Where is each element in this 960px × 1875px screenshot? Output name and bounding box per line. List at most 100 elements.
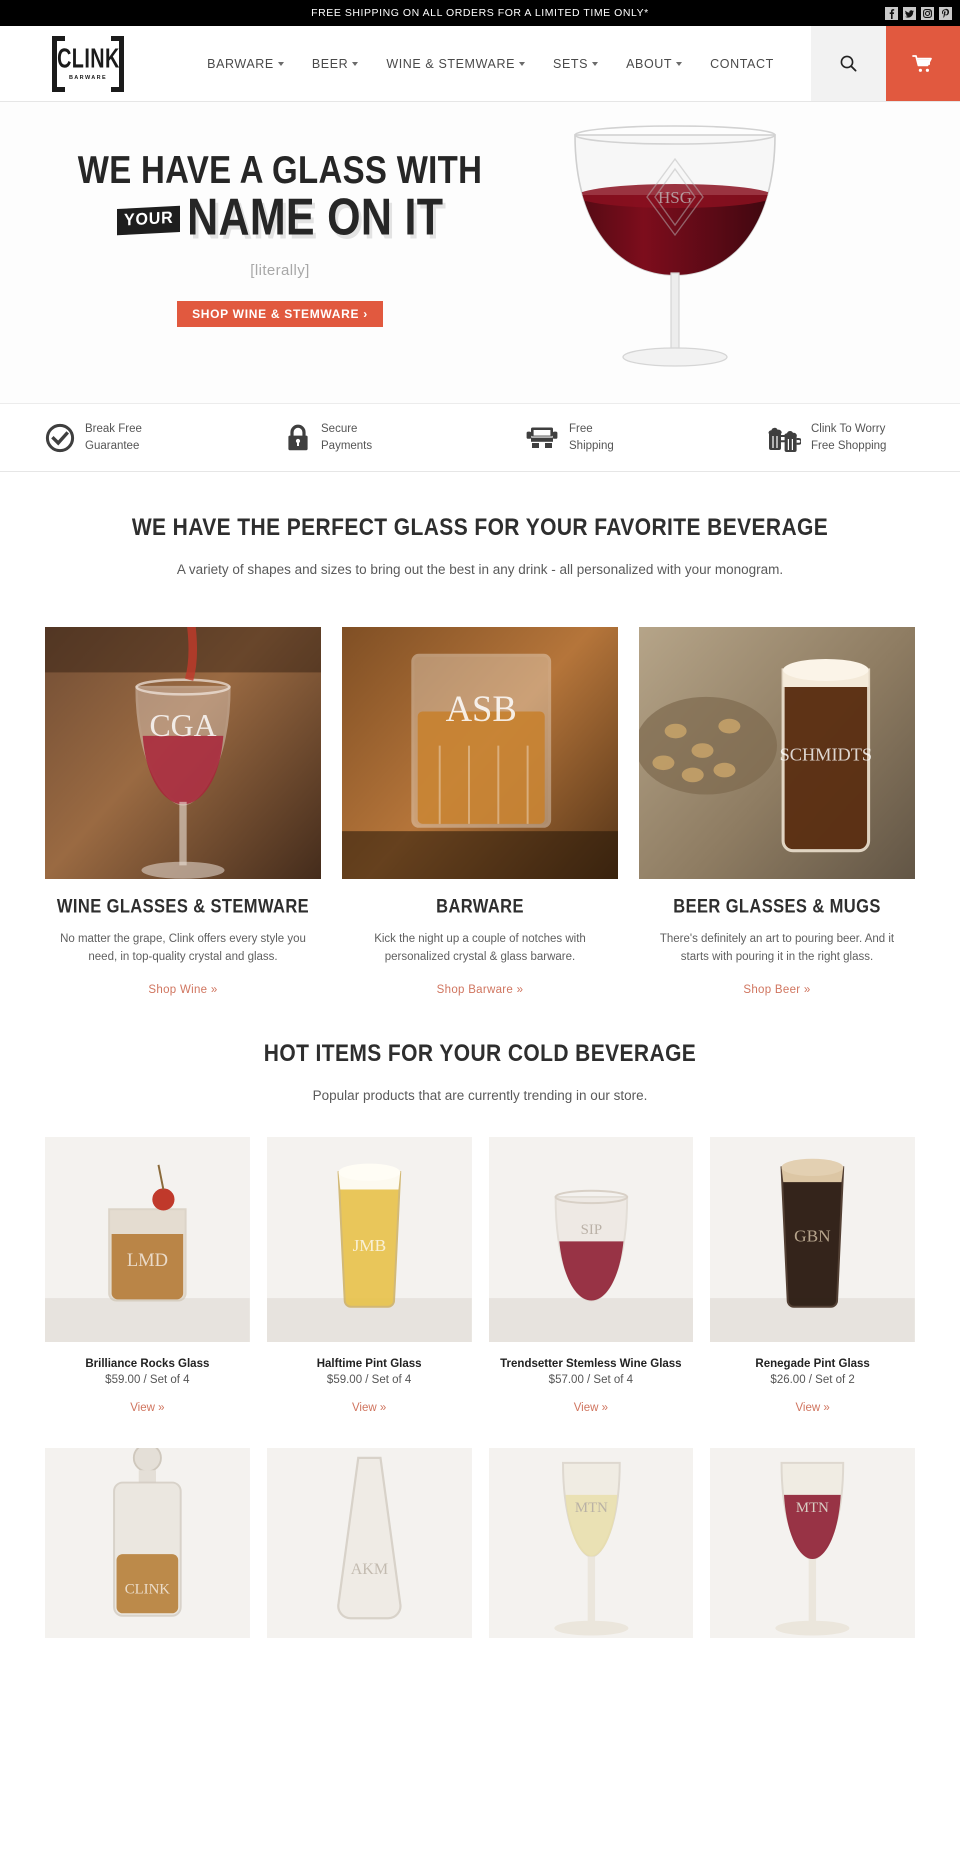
- product-card-carafe: AKM: [266, 1447, 472, 1638]
- category-link-barware[interactable]: Shop Barware »: [437, 984, 524, 996]
- svg-text:MTN: MTN: [796, 1500, 829, 1516]
- categories-subtitle: A variety of shapes and sizes to bring o…: [176, 562, 784, 577]
- category-image-beer[interactable]: SCHMIDTS: [639, 627, 915, 879]
- product-image[interactable]: CLINK: [45, 1447, 250, 1638]
- logo-name: CLINK: [56, 41, 120, 74]
- product-view-link[interactable]: View »: [352, 1402, 386, 1414]
- svg-text:AKM: AKM: [350, 1561, 387, 1578]
- twitter-icon[interactable]: [903, 6, 916, 20]
- category-cards: CGA WINE GLASSES & STEMWARE No matter th…: [0, 585, 960, 998]
- product-price: $59.00 / Set of 4: [105, 1373, 190, 1386]
- product-card-renegade-pint-glass: GBN Renegade Pint Glass $26.00 / Set of …: [710, 1136, 915, 1416]
- announcement-text: FREE SHIPPING ON ALL ORDERS FOR A LIMITE…: [311, 7, 649, 19]
- nav-item-beer[interactable]: BEER: [298, 57, 372, 71]
- product-card-brilliance-rocks-glass: LMD Brilliance Rocks Glass $59.00 / Set …: [45, 1136, 250, 1416]
- svg-text:SIP: SIP: [580, 1222, 601, 1238]
- product-view-link[interactable]: View »: [795, 1402, 829, 1414]
- badge-line2: Free Shopping: [811, 439, 887, 452]
- badge-label: Clink To Worry Free Shopping: [811, 421, 886, 454]
- product-view-link[interactable]: View »: [130, 1402, 164, 1414]
- cart-button[interactable]: [886, 26, 960, 101]
- badge-line1: Secure: [321, 423, 358, 436]
- product-name: Trendsetter Stemless Wine Glass: [500, 1357, 682, 1370]
- categories-section: WE HAVE THE PERFECT GLASS FOR YOUR FAVOR…: [0, 472, 960, 998]
- badge-line1: Clink To Worry: [811, 423, 886, 436]
- instagram-icon[interactable]: [921, 6, 934, 20]
- chevron-down-icon: [277, 61, 284, 66]
- badge-line2: Payments: [321, 439, 373, 452]
- nav-label: WINE & STEMWARE: [386, 56, 516, 71]
- product-card-white-wine-glass: MTN: [488, 1447, 694, 1638]
- badge-clink-to-worry-free-shopping: Clink To Worry Free Shopping: [720, 421, 960, 454]
- svg-text:SCHMIDTS: SCHMIDTS: [780, 744, 873, 764]
- logo[interactable]: CLINK BARWARE: [0, 26, 170, 101]
- hero-subtitle: [literally]: [250, 261, 310, 279]
- nav-item-about[interactable]: ABOUT: [612, 57, 696, 71]
- hero-cta-button[interactable]: SHOP WINE & STEMWARE ›: [177, 300, 383, 327]
- category-link-beer[interactable]: Shop Beer »: [743, 984, 810, 996]
- product-name: Renegade Pint Glass: [755, 1357, 870, 1370]
- badge-break-free-guarantee: Break Free Guarantee: [0, 421, 240, 454]
- badge-line2: Guarantee: [85, 439, 140, 452]
- product-image[interactable]: LMD: [45, 1136, 250, 1342]
- badge-free-shipping: Free Shipping: [480, 421, 720, 454]
- nav-item-sets[interactable]: SETS: [539, 57, 612, 71]
- product-name: Brilliance Rocks Glass: [85, 1357, 210, 1370]
- product-name: Halftime Pint Glass: [316, 1357, 422, 1370]
- truck-icon: [525, 424, 559, 452]
- chevron-down-icon: [352, 61, 359, 66]
- category-image-barware[interactable]: ASB: [342, 627, 618, 879]
- svg-text:MTN: MTN: [574, 1500, 607, 1516]
- product-image[interactable]: AKM: [266, 1447, 472, 1638]
- lock-icon: [285, 423, 311, 453]
- product-image[interactable]: MTN: [710, 1447, 915, 1638]
- social-links: [885, 0, 952, 26]
- search-icon: [840, 55, 857, 72]
- svg-text:ASB: ASB: [446, 688, 517, 729]
- svg-text:JMB: JMB: [352, 1236, 386, 1255]
- product-image[interactable]: GBN: [710, 1136, 915, 1342]
- badge-line1: Free: [569, 423, 593, 436]
- svg-text:LMD: LMD: [127, 1251, 168, 1271]
- product-card-halftime-pint-glass: JMB Halftime Pint Glass $59.00 / Set of …: [266, 1136, 472, 1416]
- product-image[interactable]: JMB: [266, 1136, 472, 1342]
- chevron-down-icon: [676, 61, 683, 66]
- category-card-beer: SCHMIDTS BEER GLASSES & MUGS There's def…: [639, 627, 915, 998]
- pinterest-icon[interactable]: [939, 6, 952, 20]
- svg-text:CGA: CGA: [149, 708, 216, 743]
- nav-item-wine-stemware[interactable]: WINE & STEMWARE: [372, 57, 539, 71]
- product-price: $57.00 / Set of 4: [548, 1373, 634, 1386]
- category-link-wine[interactable]: Shop Wine »: [148, 984, 217, 996]
- nav-item-barware[interactable]: BARWARE: [193, 57, 298, 71]
- chevron-down-icon: [519, 61, 526, 66]
- trust-badges: Break Free Guarantee Secure Payments Fre…: [0, 404, 960, 472]
- monogram-text: HSG: [658, 188, 692, 207]
- hero-copy: WE HAVE A GLASS WITH YOUR NAME ON IT [li…: [55, 150, 505, 327]
- nav-label: BARWARE: [207, 56, 274, 71]
- product-grid-row-2: CLINK AKM MTN MTN: [0, 1416, 960, 1638]
- category-description: There's definitely an art to pouring bee…: [659, 933, 895, 963]
- badge-label: Free Shipping: [569, 421, 614, 454]
- nav-item-contact[interactable]: CONTACT: [696, 57, 788, 71]
- categories-title: WE HAVE THE PERFECT GLASS FOR YOUR FAVOR…: [131, 514, 829, 541]
- beer-mugs-icon: [765, 423, 801, 453]
- product-image[interactable]: MTN: [488, 1447, 694, 1638]
- category-image-wine[interactable]: CGA: [45, 627, 321, 879]
- category-description: No matter the grape, Clink offers every …: [60, 933, 306, 963]
- search-button[interactable]: [811, 26, 886, 101]
- site-header: CLINK BARWARE BARWARE BEER WINE & STEMWA…: [0, 26, 960, 102]
- nav-label: BEER: [311, 56, 349, 71]
- product-view-link[interactable]: View »: [574, 1402, 608, 1414]
- nav-label: CONTACT: [710, 56, 774, 71]
- product-image[interactable]: SIP: [488, 1136, 694, 1342]
- badge-label: Secure Payments: [321, 421, 372, 454]
- facebook-icon[interactable]: [885, 6, 898, 20]
- announcement-bar: FREE SHIPPING ON ALL ORDERS FOR A LIMITE…: [0, 0, 960, 26]
- category-card-wine: CGA WINE GLASSES & STEMWARE No matter th…: [45, 627, 321, 998]
- hero-headline-big: NAME ON IT: [187, 188, 444, 247]
- products-section: HOT ITEMS FOR YOUR COLD BEVERAGE Popular…: [0, 997, 960, 1638]
- nav-label: SETS: [553, 56, 589, 71]
- product-card-trendsetter-stemless-wine-glass: SIP Trendsetter Stemless Wine Glass $57.…: [488, 1136, 694, 1416]
- category-description: Kick the night up a couple of notches wi…: [374, 933, 586, 963]
- hero-emphasis-badge: YOUR: [116, 205, 181, 235]
